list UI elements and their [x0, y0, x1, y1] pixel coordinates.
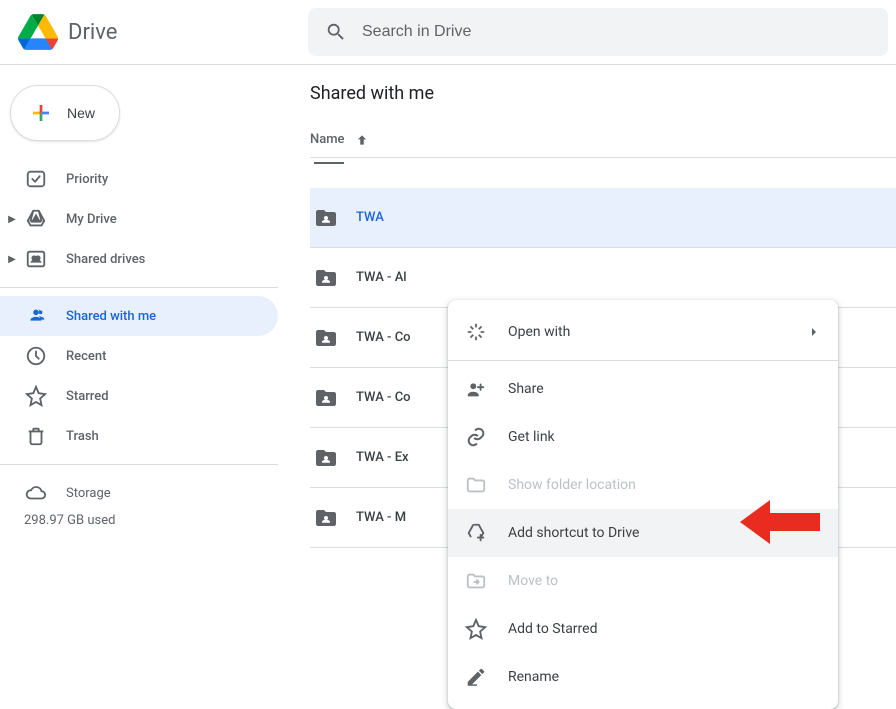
recent-icon: [24, 344, 48, 368]
new-button-label: New: [67, 105, 95, 121]
sort-ascending-icon[interactable]: [355, 133, 369, 147]
file-name: TWA - M: [356, 510, 406, 525]
shared-with-me-icon: [24, 304, 48, 328]
add-shortcut-icon: [464, 521, 488, 545]
shared-drives-icon: [24, 247, 48, 271]
menu-item-label: Add shortcut to Drive: [508, 525, 639, 541]
annotation-arrow: [740, 495, 820, 549]
sidebar: New Priority ▶ My Drive ▶ Shared drives …: [0, 65, 290, 659]
menu-item-rename[interactable]: Rename: [448, 653, 838, 701]
drive-logo-lockup[interactable]: Drive: [8, 12, 308, 52]
file-name: TWA - Ex: [356, 450, 409, 465]
open-with-icon: [464, 320, 488, 344]
page-title: Shared with me: [310, 83, 896, 104]
menu-item-label: Move to: [508, 573, 558, 589]
sidebar-item-trash[interactable]: Trash: [0, 416, 278, 456]
shared-folder-icon: [314, 266, 338, 290]
product-name: Drive: [68, 20, 117, 45]
sidebar-item-label: Recent: [66, 349, 106, 364]
sidebar-item-label: Shared with me: [66, 309, 156, 324]
sidebar-item-label: Starred: [66, 389, 109, 404]
file-row[interactable]: TWA - Al: [310, 248, 896, 308]
cloud-icon: [24, 481, 48, 505]
shared-folder-icon: [314, 386, 338, 410]
menu-item-label: Get link: [508, 429, 555, 445]
file-name: TWA: [356, 210, 384, 225]
menu-item-label: Show folder location: [508, 477, 636, 493]
sidebar-item-label: Priority: [66, 172, 108, 187]
rename-icon: [464, 665, 488, 689]
menu-item-share[interactable]: Share: [448, 365, 838, 413]
shared-folder-icon: [314, 326, 338, 350]
column-header-name[interactable]: Name: [310, 132, 896, 158]
drive-logo-icon: [18, 12, 58, 52]
menu-item-label: Rename: [508, 669, 559, 685]
starred-icon: [24, 384, 48, 408]
share-icon: [464, 377, 488, 401]
search-input[interactable]: [356, 23, 880, 41]
star-outline-icon: [464, 617, 488, 641]
shared-folder-icon: [314, 206, 338, 230]
file-name: TWA - Co: [356, 390, 411, 405]
shared-folder-icon: [314, 506, 338, 530]
priority-icon: [24, 167, 48, 191]
sidebar-item-label: Shared drives: [66, 252, 145, 267]
sidebar-item-priority[interactable]: Priority: [0, 159, 278, 199]
sidebar-item-label: Trash: [66, 429, 99, 444]
sidebar-item-shared-with-me[interactable]: Shared with me: [0, 296, 278, 336]
menu-item-label: Open with: [508, 324, 570, 340]
file-row[interactable]: TWA: [310, 188, 896, 248]
search-icon[interactable]: [316, 12, 356, 52]
partial-row-divider: [314, 162, 344, 164]
menu-item-get-link[interactable]: Get link: [448, 413, 838, 461]
menu-item-label: Add to Starred: [508, 621, 597, 637]
menu-item-open-with[interactable]: Open with: [448, 308, 838, 356]
chevron-right-icon: [806, 324, 822, 340]
move-to-icon: [464, 569, 488, 593]
my-drive-icon: [24, 207, 48, 231]
menu-item-add-to-starred[interactable]: Add to Starred: [448, 605, 838, 653]
file-name: TWA - Al: [356, 270, 407, 285]
link-icon: [464, 425, 488, 449]
shared-folder-icon: [314, 446, 338, 470]
new-button[interactable]: New: [10, 85, 120, 141]
sidebar-item-shared-drives[interactable]: ▶ Shared drives: [0, 239, 278, 279]
trash-icon: [24, 424, 48, 448]
file-name: TWA - Co: [356, 330, 411, 345]
storage-used: 298.97 GB used: [0, 513, 278, 528]
plus-icon: [29, 101, 53, 125]
sidebar-item-label: My Drive: [66, 212, 117, 227]
sidebar-item-my-drive[interactable]: ▶ My Drive: [0, 199, 278, 239]
expand-icon[interactable]: ▶: [6, 254, 18, 265]
search-bar[interactable]: [308, 8, 888, 56]
sidebar-item-starred[interactable]: Starred: [0, 376, 278, 416]
folder-outline-icon: [464, 473, 488, 497]
menu-item-move-to: Move to: [448, 557, 838, 605]
menu-item-label: Share: [508, 381, 544, 397]
storage-label: Storage: [66, 486, 111, 501]
sidebar-storage[interactable]: Storage: [0, 473, 278, 513]
expand-icon[interactable]: ▶: [6, 214, 18, 225]
sidebar-item-recent[interactable]: Recent: [0, 336, 278, 376]
